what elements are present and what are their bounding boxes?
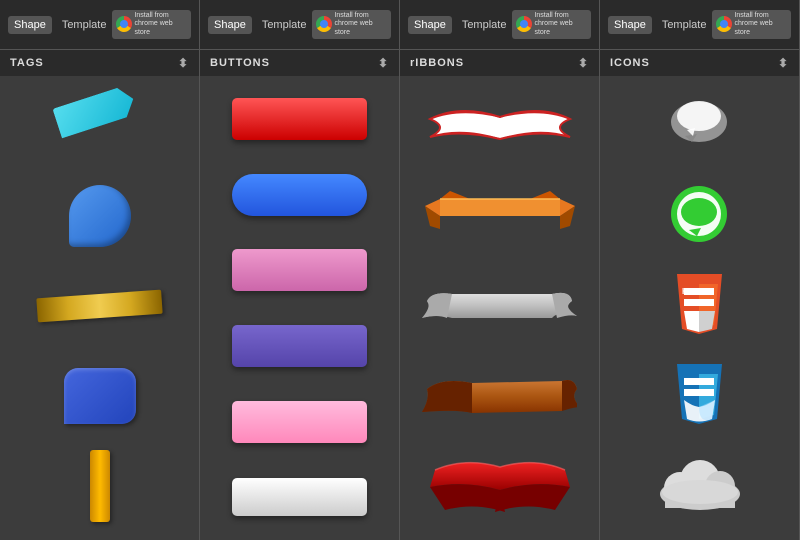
- buttons-section-label: BUTTONS ⬍: [200, 50, 399, 76]
- buttons-tabs: Shape Template: [208, 16, 312, 34]
- tags-template-tab[interactable]: Template: [56, 16, 113, 34]
- ribbon-red-svg: [425, 452, 575, 520]
- btn-light-pink-shape: [232, 401, 367, 443]
- tag-bar-shape: [36, 290, 162, 323]
- icon-chat-gray-item[interactable]: [615, 86, 785, 166]
- icon-cloud-svg: [655, 456, 745, 516]
- tags-shape-tab[interactable]: Shape: [8, 16, 52, 34]
- icon-css3-svg: [672, 364, 727, 429]
- tag-strip-item[interactable]: [15, 446, 185, 526]
- ribbons-template-tab[interactable]: Template: [456, 16, 513, 34]
- icons-chrome-badge[interactable]: Install fromchrome web store: [712, 10, 791, 39]
- tag-arrow-shape: [52, 84, 147, 168]
- tags-content: [0, 76, 199, 540]
- icon-css3-item[interactable]: [615, 356, 785, 436]
- tags-tabs: Shape Template: [8, 16, 112, 34]
- btn-purple-shape: [232, 325, 367, 367]
- icons-chrome-icon: [716, 16, 732, 32]
- tag-bar-item[interactable]: [15, 266, 185, 346]
- tag-bubble-shape: [64, 368, 136, 424]
- icon-html5-item[interactable]: H 5: [615, 266, 785, 346]
- buttons-content: [200, 76, 399, 540]
- tags-chrome-badge[interactable]: Install fromchrome web store: [112, 10, 191, 39]
- tags-select-arrow[interactable]: ⬍: [178, 56, 189, 70]
- ribbons-label-text: rIBBONS: [410, 57, 464, 69]
- btn-white-item[interactable]: [215, 464, 385, 530]
- icon-chat-green-svg: [667, 184, 732, 249]
- tag-sticker-shape: [69, 185, 131, 247]
- btn-light-pink-item[interactable]: [215, 389, 385, 455]
- buttons-chrome-badge[interactable]: Install fromchrome web store: [312, 10, 391, 39]
- icons-label-text: ICONS: [610, 57, 650, 69]
- ribbons-select-arrow[interactable]: ⬍: [578, 56, 589, 70]
- ribbons-section-label: rIBBONS ⬍: [400, 50, 599, 76]
- ribbons-panel: Shape Template Install fromchrome web st…: [400, 0, 600, 540]
- ribbon-silver-svg: [422, 276, 577, 336]
- buttons-header: Shape Template Install fromchrome web st…: [200, 0, 399, 50]
- ribbon-red-item[interactable]: [415, 446, 585, 526]
- icons-template-tab[interactable]: Template: [656, 16, 713, 34]
- icons-shape-tab[interactable]: Shape: [608, 16, 652, 34]
- btn-blue-pill-shape: [232, 174, 367, 216]
- icon-chat-gray-svg: [667, 96, 732, 156]
- svg-text:H: H: [682, 287, 688, 296]
- tags-header: Shape Template Install fromchrome web st…: [0, 0, 199, 50]
- btn-purple-item[interactable]: [215, 313, 385, 379]
- btn-pink-shape: [232, 249, 367, 291]
- icons-panel: Shape Template Install fromchrome web st…: [600, 0, 800, 540]
- ribbons-header: Shape Template Install fromchrome web st…: [400, 0, 599, 50]
- ribbon-white-item[interactable]: [415, 86, 585, 166]
- btn-red-shape: [232, 98, 367, 140]
- icons-header: Shape Template Install fromchrome web st…: [600, 0, 799, 50]
- icons-section-label: ICONS ⬍: [600, 50, 799, 76]
- ribbon-silver-item[interactable]: [415, 266, 585, 346]
- tag-arrow-item[interactable]: [15, 86, 185, 166]
- ribbons-tabs: Shape Template: [408, 16, 512, 34]
- ribbons-content: [400, 76, 599, 540]
- icon-html5-svg: H 5: [672, 274, 727, 339]
- chrome-icon: [116, 16, 132, 32]
- ribbon-brown-item[interactable]: [415, 356, 585, 436]
- tag-sticker-item[interactable]: [15, 176, 185, 256]
- ribbon-orange-item[interactable]: [415, 176, 585, 256]
- btn-white-shape: [232, 478, 367, 516]
- buttons-panel: Shape Template Install fromchrome web st…: [200, 0, 400, 540]
- icon-chat-green-item[interactable]: [615, 176, 785, 256]
- ribbons-shape-tab[interactable]: Shape: [408, 16, 452, 34]
- ribbon-orange-svg: [425, 191, 575, 241]
- ribbons-badge-text: Install fromchrome web store: [534, 12, 587, 37]
- btn-red-item[interactable]: [215, 86, 385, 152]
- icons-select-arrow[interactable]: ⬍: [778, 56, 789, 70]
- tag-strip-shape: [90, 450, 110, 522]
- icons-badge-text: Install fromchrome web store: [734, 12, 787, 37]
- ribbon-white-svg: [420, 99, 580, 154]
- buttons-chrome-icon: [316, 16, 332, 32]
- btn-blue-pill-item[interactable]: [215, 162, 385, 228]
- tags-panel: Shape Template Install fromchrome web st…: [0, 0, 200, 540]
- buttons-select-arrow[interactable]: ⬍: [378, 56, 389, 70]
- buttons-template-tab[interactable]: Template: [256, 16, 313, 34]
- btn-pink-item[interactable]: [215, 237, 385, 303]
- tags-label-text: TAGS: [10, 57, 44, 69]
- icons-tabs: Shape Template: [608, 16, 712, 34]
- ribbons-chrome-badge[interactable]: Install fromchrome web store: [512, 10, 591, 39]
- buttons-label-text: BUTTONS: [210, 57, 270, 69]
- svg-text:5: 5: [694, 287, 699, 296]
- tags-section-label: TAGS ⬍: [0, 50, 199, 76]
- icon-cloud-item[interactable]: [615, 446, 785, 526]
- ribbon-brown-svg: [422, 367, 577, 425]
- buttons-badge-text: Install fromchrome web store: [334, 12, 387, 37]
- buttons-shape-tab[interactable]: Shape: [208, 16, 252, 34]
- ribbons-chrome-icon: [516, 16, 532, 32]
- icons-content: H 5: [600, 76, 799, 540]
- tag-bubble-item[interactable]: [15, 356, 185, 436]
- chrome-badge-text: Install fromchrome web store: [134, 12, 187, 37]
